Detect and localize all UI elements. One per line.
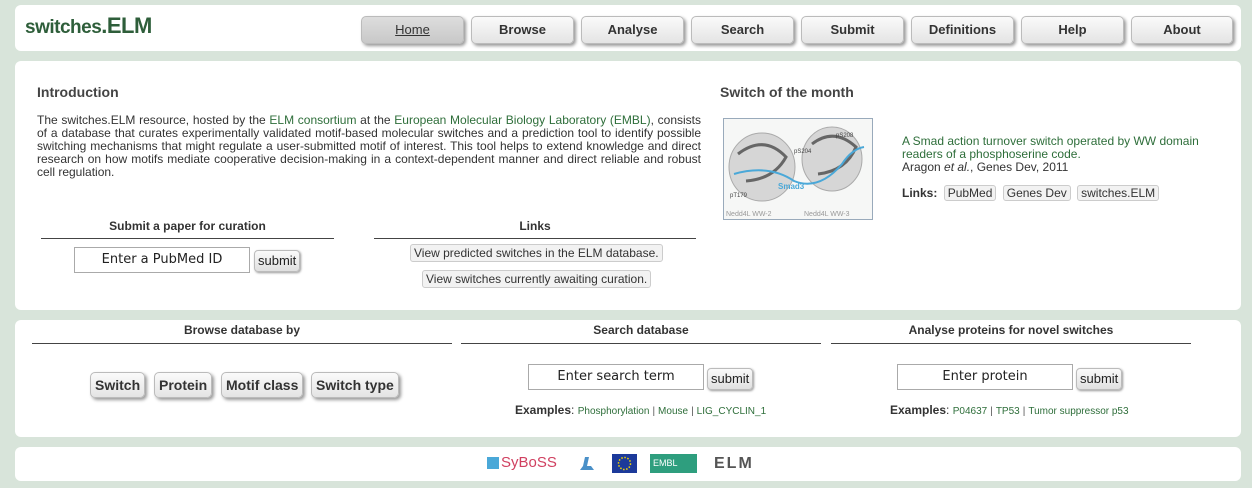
nav-definitions[interactable]: Definitions (911, 16, 1014, 44)
switch-of-month-image[interactable]: pT179 pS204 pS208 Smad3 Nedd4L WW-2 Nedd… (723, 118, 873, 220)
switch-of-month-heading: Switch of the month (720, 84, 854, 100)
example-mouse-link[interactable]: Mouse (658, 406, 688, 417)
site-logo[interactable]: switches.ELM (25, 13, 152, 39)
ww3-label: Nedd4L WW-3 (804, 211, 850, 218)
example-p04637-link[interactable]: P04637 (953, 406, 987, 417)
pubmed-id-input[interactable]: Enter a PubMed ID (74, 247, 250, 273)
embl-logo[interactable]: EMBL (650, 454, 697, 473)
tools-panel: Browse database by Switch Protein Motif … (15, 320, 1241, 437)
protein-input[interactable]: Enter protein (897, 364, 1073, 390)
browse-motif-class-button[interactable]: Motif class (221, 372, 304, 398)
example-p53-link[interactable]: Tumor suppressor p53 (1028, 406, 1128, 417)
ww2-label: Nedd4L WW-2 (726, 211, 772, 218)
example-tp53-link[interactable]: TP53 (996, 406, 1020, 417)
awaiting-curation-link[interactable]: View switches currently awaiting curatio… (422, 270, 652, 288)
figure-icon (580, 457, 594, 470)
browse-switch-type-button[interactable]: Switch type (311, 372, 399, 398)
divider (831, 343, 1191, 344)
analyse-submit-button[interactable]: submit (1076, 368, 1123, 390)
header-bar: switches.ELM Home Browse Analyse Search … (15, 5, 1241, 51)
intro-heading: Introduction (37, 84, 119, 100)
article-title-link[interactable]: A Smad action turnover switch operated b… (902, 134, 1199, 161)
divider (41, 238, 334, 239)
nav-submit[interactable]: Submit (801, 16, 904, 44)
nav-help[interactable]: Help (1021, 16, 1124, 44)
analyse-examples: Examples: P04637 | TP53 | Tumor suppressor p… (890, 403, 1129, 417)
nav-browse[interactable]: Browse (471, 16, 574, 44)
genes-dev-link[interactable]: Genes Dev (1002, 185, 1071, 201)
submit-paper-heading: Submit a paper for curation (109, 219, 266, 233)
grid-icon (487, 456, 499, 469)
predicted-switches-link[interactable]: View predicted switches in the ELM datab… (410, 244, 663, 262)
elm-logo[interactable]: ELM (714, 454, 770, 473)
main-panel: Introduction The switches.ELM resource, … (15, 61, 1241, 310)
partner-logo[interactable] (577, 454, 597, 473)
search-examples: Examples: Phosphorylation | Mouse | LIG_CYCL… (515, 403, 767, 417)
switch-of-month-description: A Smad action turnover switch operated b… (902, 134, 1199, 174)
divider (32, 343, 452, 344)
intro-paragraph: The switches.ELM resource, hosted by the… (37, 113, 702, 179)
smad3-label: Smad3 (778, 182, 805, 191)
switch-of-month-links: Links: PubMed Genes Dev switches.ELM (902, 185, 1160, 201)
eu-stars-icon (617, 456, 632, 471)
browse-protein-button[interactable]: Protein (154, 372, 213, 398)
search-input[interactable]: Enter search term (528, 364, 704, 390)
structure-illustration: pT179 pS204 pS208 Smad3 Nedd4L WW-2 Nedd… (726, 126, 865, 218)
switches-elm-link[interactable]: switches.ELM (1077, 185, 1160, 201)
browse-switch-button[interactable]: Switch (90, 372, 146, 398)
embl-link[interactable]: European Molecular Biology Laboratory (E… (394, 113, 650, 127)
ps208-label: pS208 (836, 133, 854, 139)
footer-bar: SyBoSS EMBL ELM (15, 447, 1241, 481)
nav-analyse[interactable]: Analyse (581, 16, 684, 44)
eu-flag-logo[interactable] (612, 454, 637, 473)
elm-consortium-link[interactable]: ELM consortium (269, 113, 356, 127)
nav-about[interactable]: About (1131, 16, 1233, 44)
search-submit-button[interactable]: submit (707, 368, 754, 390)
ps204-label: pS204 (794, 149, 812, 155)
submit-paper-button[interactable]: submit (254, 250, 301, 272)
pt179-label: pT179 (730, 193, 748, 199)
links-heading: Links (519, 219, 551, 233)
nav-home[interactable]: Home (361, 16, 464, 44)
divider (374, 238, 696, 239)
search-heading: Search database (593, 323, 689, 337)
browse-heading: Browse database by (183, 323, 301, 337)
example-phosphorylation-link[interactable]: Phosphorylation (578, 406, 650, 417)
syboss-logo[interactable]: SyBoSS (487, 454, 565, 473)
analyse-heading: Analyse proteins for novel switches (908, 323, 1114, 337)
divider (461, 343, 821, 344)
example-lig-cyclin-link[interactable]: LIG_CYCLIN_1 (697, 406, 766, 417)
nav-search[interactable]: Search (691, 16, 794, 44)
pubmed-link[interactable]: PubMed (943, 185, 997, 201)
